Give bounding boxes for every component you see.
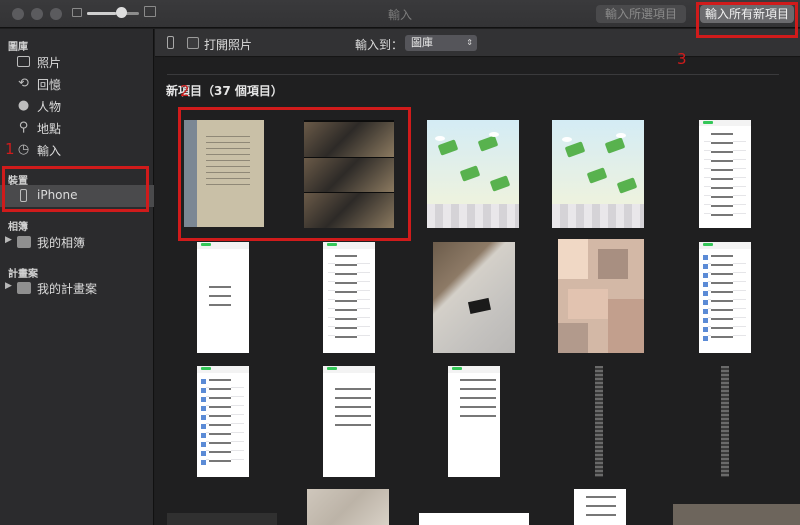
annotation-marker-2: 2 [180, 82, 190, 100]
open-photos-checkbox[interactable] [187, 37, 199, 49]
screenshot-thumbnail[interactable] [323, 242, 375, 353]
sidebar-item-label: 我的相簿 [37, 236, 86, 250]
sidebar-item-label: 我的計畫案 [37, 282, 98, 296]
screenshot-thumbnail[interactable] [197, 242, 249, 353]
selected-photos-annotation [178, 107, 411, 241]
import-selected-button[interactable]: 輸入所選項目 [596, 5, 686, 23]
screenshot-thumbnail[interactable] [323, 366, 375, 477]
disclosure-triangle-icon[interactable]: ▶ [5, 281, 12, 291]
import-to-label: 輸入到： [355, 38, 404, 52]
sidebar: 圖庫 照片 ⟲ 回憶 ● 人物 ⚲ 地點 ◷ 輸入 裝置 iPhone 相簿 ▶ [0, 29, 154, 525]
sidebar-item-photos[interactable]: 照片 [0, 51, 154, 73]
sidebar-item-label: 輸入 [37, 144, 62, 158]
sidebar-item-import[interactable]: ◷ 輸入 [0, 139, 154, 161]
sidebar-item-people[interactable]: ● 人物 [0, 95, 154, 117]
import-destination-select[interactable]: 圖庫 ⇕ [405, 35, 477, 51]
import-destination-value: 圖庫 [411, 36, 433, 49]
iphone-highlight-annotation [2, 166, 149, 212]
photo-thumbnail[interactable] [433, 242, 515, 353]
sidebar-item-label: 回憶 [37, 78, 62, 92]
screenshot-thumbnail[interactable] [699, 120, 751, 228]
sidebar-item-label: 地點 [37, 122, 62, 136]
sidebar-item-memories[interactable]: ⟲ 回憶 [0, 73, 154, 95]
open-photos-label[interactable]: 打開照片 [204, 36, 252, 53]
screenshot-thumbnail[interactable] [419, 513, 529, 525]
photo-thumbnail[interactable] [673, 504, 800, 525]
screenshot-thumbnail[interactable] [574, 489, 626, 525]
screenshot-thumbnail[interactable] [197, 366, 249, 477]
photo-thumbnail[interactable] [427, 120, 519, 228]
import-clock-icon: ◷ [17, 142, 30, 157]
iphone-icon [167, 36, 174, 49]
photos-import-window: 輸入 輸入所選項目 輸入所有新項目 圖庫 照片 ⟲ 回憶 ● 人物 ⚲ 地點 ◷… [0, 0, 800, 525]
sidebar-item-label: 人物 [37, 100, 62, 114]
memories-icon: ⟲ [18, 76, 29, 91]
screenshot-thumbnail[interactable] [448, 366, 500, 477]
screenshot-thumbnail[interactable] [595, 366, 603, 477]
title-bar: 輸入 輸入所選項目 輸入所有新項目 [0, 0, 800, 28]
places-icon: ⚲ [18, 120, 29, 135]
folder-icon [16, 234, 31, 249]
screenshot-thumbnail[interactable] [721, 366, 729, 477]
photo-thumbnail[interactable] [307, 489, 389, 525]
annotation-marker-1: 1 [5, 140, 15, 158]
disclosure-triangle-icon[interactable]: ▶ [5, 235, 12, 245]
chevron-updown-icon: ⇕ [466, 38, 473, 47]
photo-thumbnail[interactable] [558, 239, 644, 353]
sidebar-item-label: 照片 [37, 56, 62, 70]
photos-icon [16, 54, 31, 69]
sidebar-item-my-albums[interactable]: ▶ 我的相簿 [0, 231, 154, 253]
photo-thumbnail[interactable] [552, 120, 644, 228]
folder-icon [16, 280, 31, 295]
import-all-highlight-annotation [696, 2, 798, 38]
photo-thumbnail[interactable] [167, 513, 277, 525]
screenshot-thumbnail[interactable] [699, 242, 751, 353]
annotation-marker-3: 3 [677, 50, 687, 68]
divider [167, 74, 779, 75]
sidebar-item-places[interactable]: ⚲ 地點 [0, 117, 154, 139]
people-icon: ● [17, 98, 30, 113]
sidebar-item-my-projects[interactable]: ▶ 我的計畫案 [0, 277, 154, 299]
